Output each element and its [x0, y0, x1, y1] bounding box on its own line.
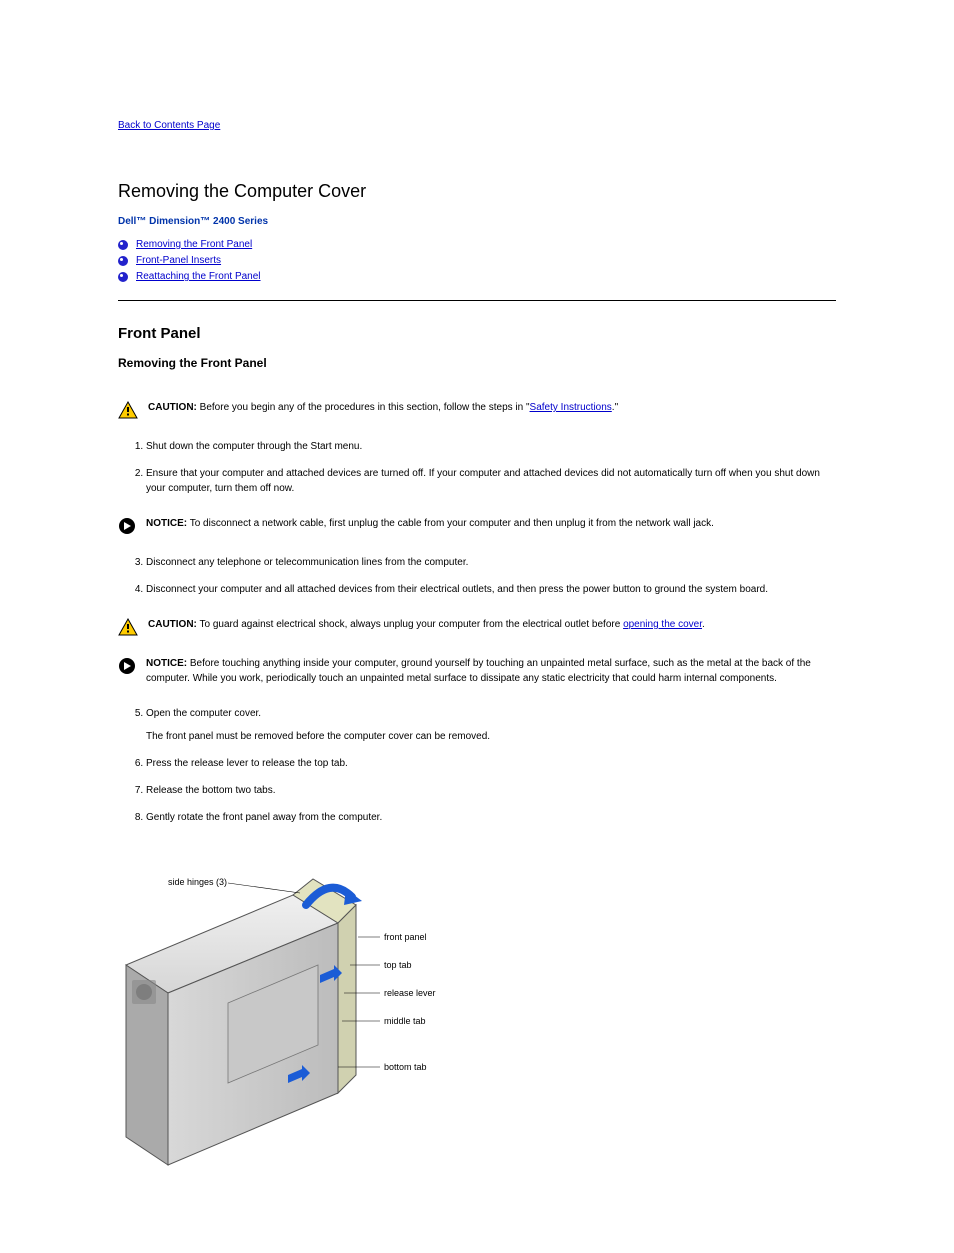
caution-text-2: CAUTION: To guard against electrical sho…: [148, 617, 705, 632]
table-of-contents: Removing the Front Panel Front-Panel Ins…: [118, 239, 836, 282]
notice-callout-2: NOTICE: Before touching anything inside …: [118, 656, 836, 686]
section-title: Front Panel: [118, 325, 836, 342]
toc-link-reattaching-front-panel[interactable]: Reattaching the Front Panel: [136, 271, 261, 282]
label-middle-tab: middle tab: [384, 1016, 426, 1026]
computer-diagram: side hinges (3) front panel top tab rele…: [118, 845, 448, 1190]
step-4: Disconnect your computer and all attache…: [146, 582, 836, 597]
notice-icon: [118, 657, 136, 675]
caution-icon: [118, 618, 138, 636]
notice-text-2: NOTICE: Before touching anything inside …: [146, 656, 836, 686]
toc-link-front-panel-inserts[interactable]: Front-Panel Inserts: [136, 255, 221, 266]
bullet-icon: [118, 256, 128, 266]
toc-item: Front-Panel Inserts: [118, 255, 836, 266]
notice-callout: NOTICE: To disconnect a network cable, f…: [118, 516, 836, 535]
toc-item: Removing the Front Panel: [118, 239, 836, 250]
caution-icon: [118, 401, 138, 419]
step-5-note: The front panel must be removed before t…: [146, 729, 836, 744]
page-title: Removing the Computer Cover: [118, 181, 836, 202]
step-6: Press the release lever to release the t…: [146, 756, 836, 771]
step-7: Release the bottom two tabs.: [146, 783, 836, 798]
toc-item: Reattaching the Front Panel: [118, 271, 836, 282]
opening-cover-link[interactable]: opening the cover: [623, 619, 702, 630]
step-1: Shut down the computer through the Start…: [146, 439, 836, 454]
steps-list-1: Shut down the computer through the Start…: [146, 439, 836, 496]
product-subtitle: Dell™ Dimension™ 2400 Series: [118, 216, 836, 227]
step-2: Ensure that your computer and attached d…: [146, 466, 836, 496]
toc-link-removing-front-panel[interactable]: Removing the Front Panel: [136, 239, 252, 250]
notice-text: NOTICE: To disconnect a network cable, f…: [146, 516, 714, 531]
label-front-panel: front panel: [384, 932, 427, 942]
step-3: Disconnect any telephone or telecommunic…: [146, 555, 836, 570]
label-side-hinges: side hinges (3): [168, 877, 227, 887]
bullet-icon: [118, 240, 128, 250]
caution-callout-2: CAUTION: To guard against electrical sho…: [118, 617, 836, 636]
divider: [118, 300, 836, 301]
label-top-tab: top tab: [384, 960, 412, 970]
steps-list-3: Open the computer cover. The front panel…: [146, 706, 836, 825]
label-bottom-tab: bottom tab: [384, 1062, 427, 1072]
step-5: Open the computer cover. The front panel…: [146, 706, 836, 744]
notice-icon: [118, 517, 136, 535]
caution-text: CAUTION: Before you begin any of the pro…: [148, 400, 618, 415]
step-8: Gently rotate the front panel away from …: [146, 810, 836, 825]
diagram-container: side hinges (3) front panel top tab rele…: [118, 845, 836, 1193]
label-release-lever: release lever: [384, 988, 436, 998]
bullet-icon: [118, 272, 128, 282]
safety-instructions-link[interactable]: Safety Instructions: [530, 402, 612, 413]
steps-list-2: Disconnect any telephone or telecommunic…: [146, 555, 836, 597]
subsection-title: Removing the Front Panel: [118, 356, 836, 370]
caution-callout: CAUTION: Before you begin any of the pro…: [118, 400, 836, 419]
back-to-contents-link[interactable]: Back to Contents Page: [118, 120, 836, 131]
